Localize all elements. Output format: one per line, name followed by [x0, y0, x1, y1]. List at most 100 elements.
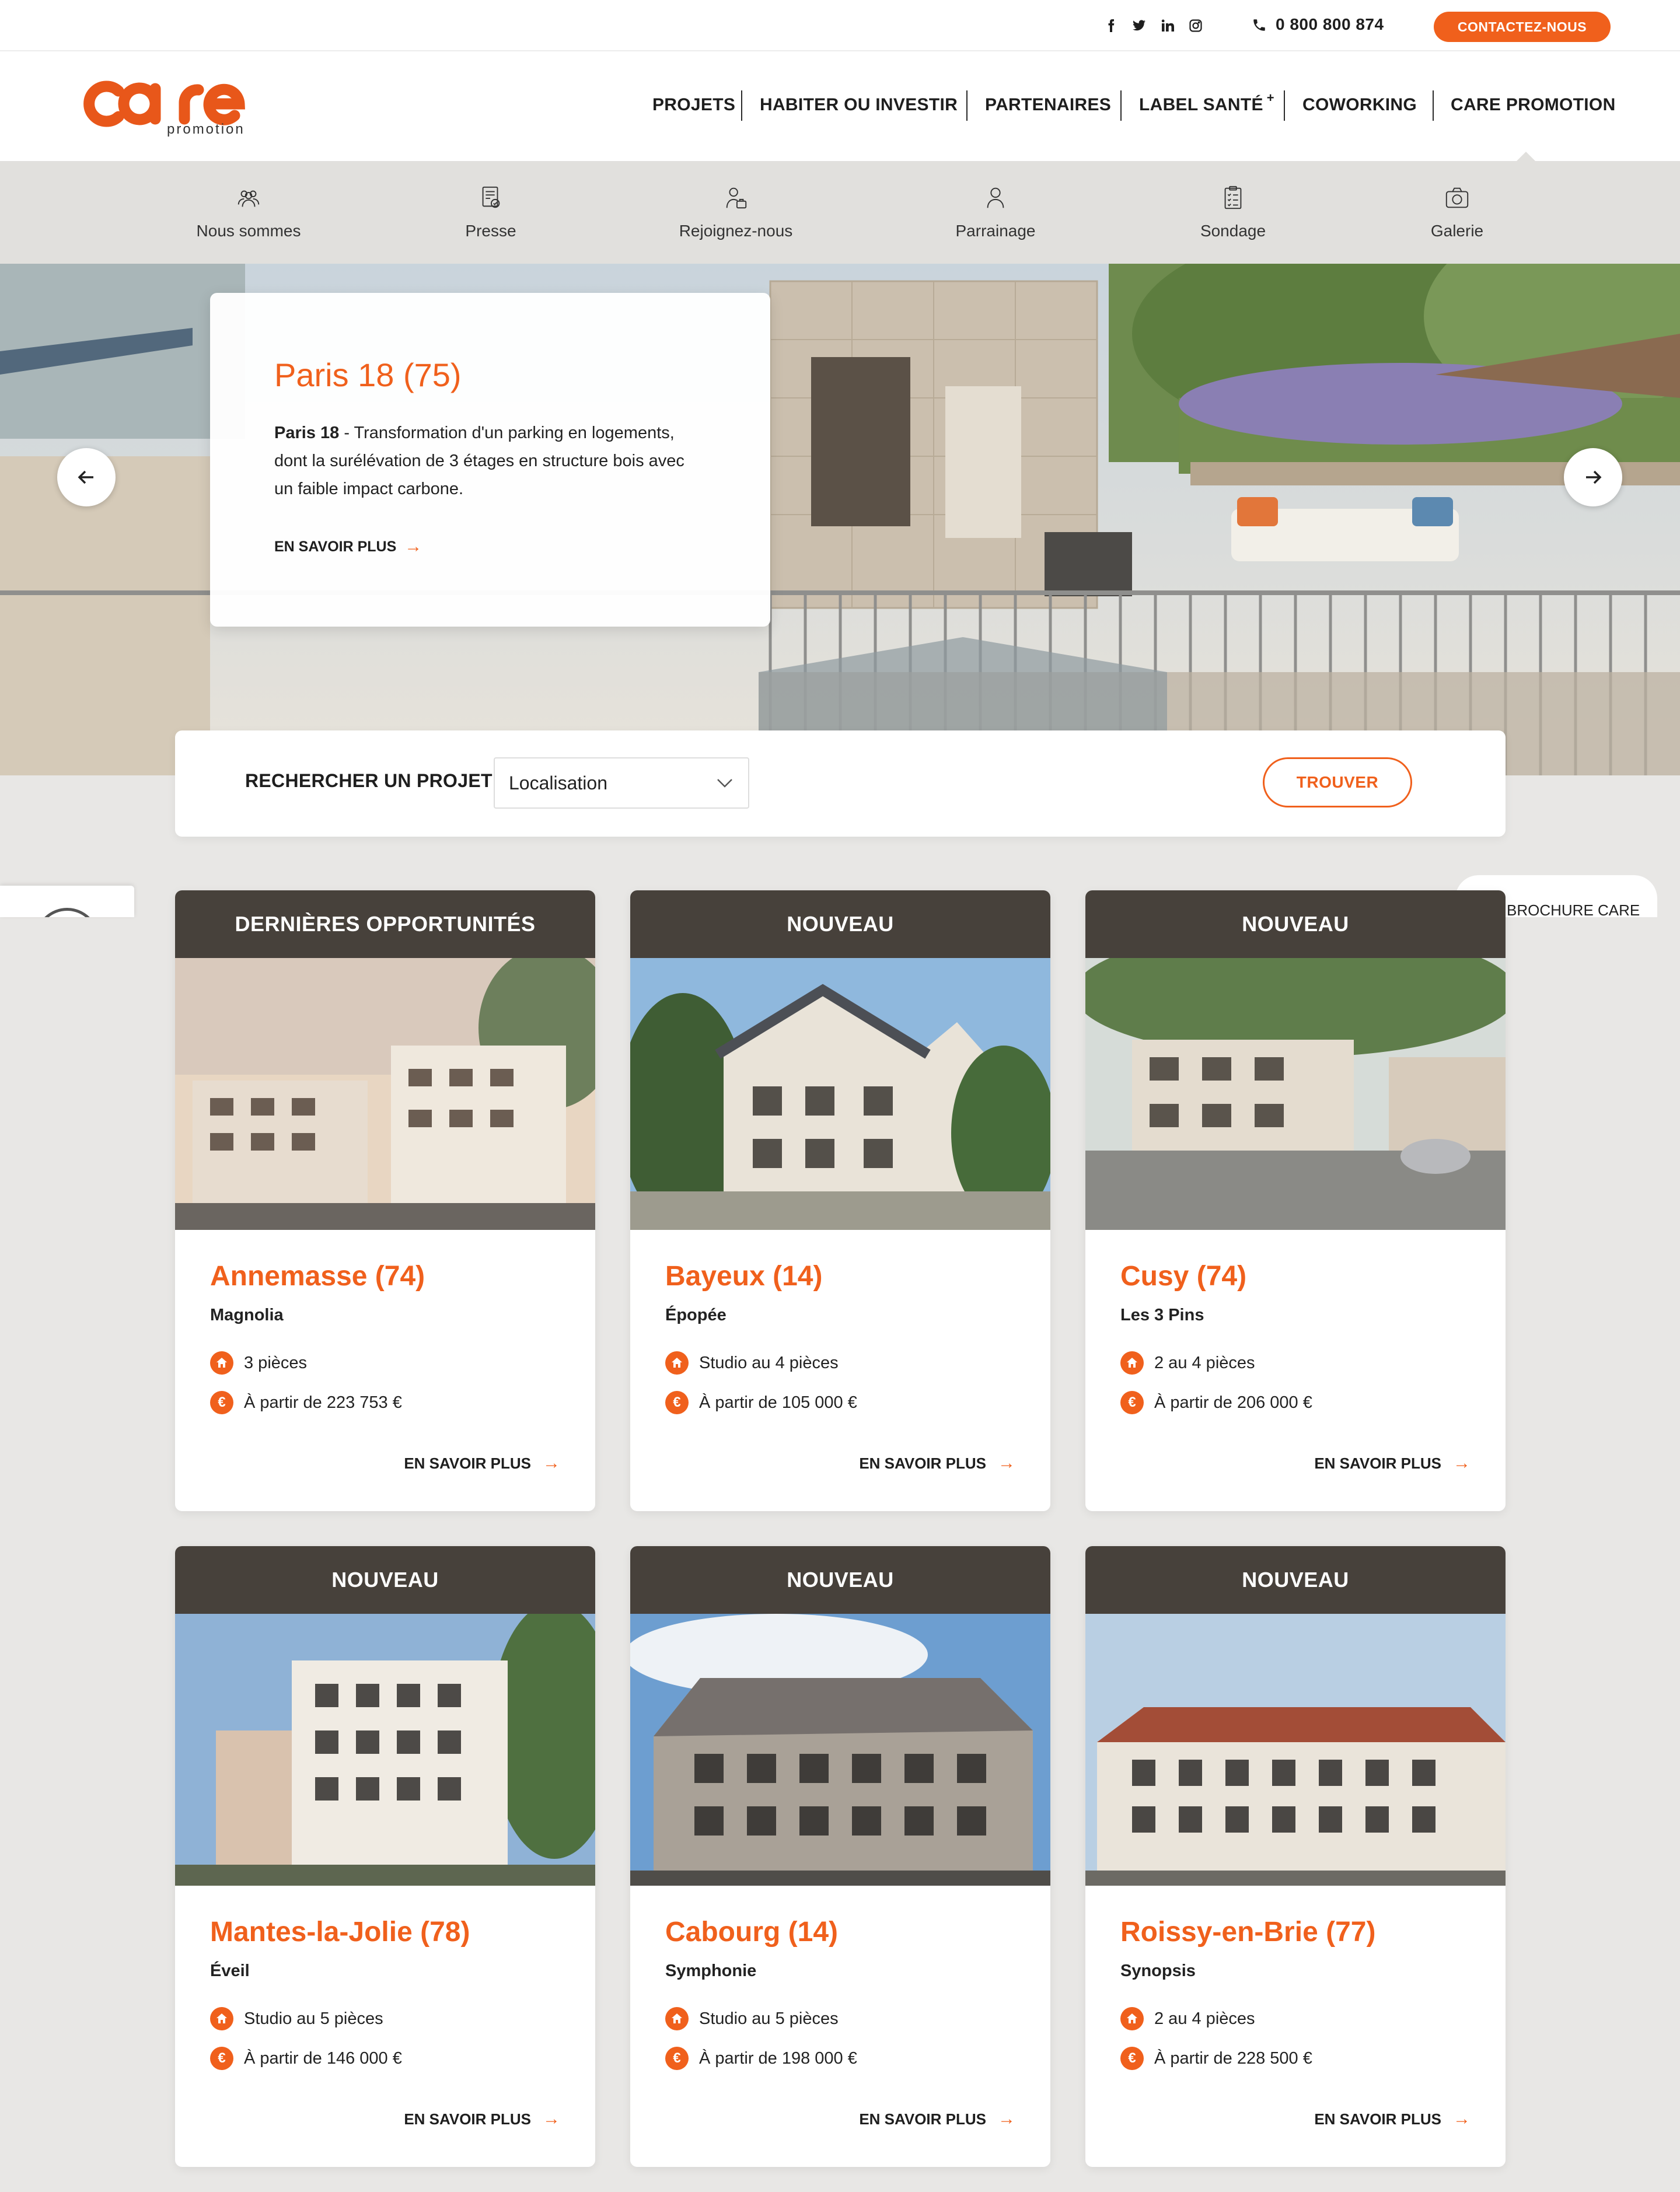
card-price: € À partir de 228 500 € — [1120, 2047, 1312, 2070]
project-card[interactable]: NOUVEAU Mantes-la-Jolie (78) Éveil Studi… — [175, 1546, 595, 2167]
subnav-presse[interactable]: Presse — [415, 184, 567, 240]
card-more-link[interactable]: EN SAVOIR PLUS → — [859, 2109, 1015, 2129]
project-image — [175, 1614, 595, 1886]
card-more-link[interactable]: EN SAVOIR PLUS → — [859, 1453, 1015, 1473]
card-badge: NOUVEAU — [1085, 1546, 1506, 1614]
phone-icon — [1252, 18, 1267, 33]
card-more-link[interactable]: EN SAVOIR PLUS → — [1314, 2109, 1471, 2129]
arrow-right-icon: → — [543, 1453, 560, 1473]
chevron-down-icon — [717, 779, 732, 788]
instagram-icon[interactable] — [1187, 18, 1204, 34]
arrow-right-icon: → — [998, 2109, 1015, 2128]
hero-desc-bold: Paris 18 — [274, 424, 340, 442]
find-button[interactable]: TROUVER — [1263, 757, 1412, 807]
card-city: Annemasse (74) — [210, 1261, 425, 1292]
card-rooms: 2 au 4 pièces — [1120, 1351, 1255, 1375]
widget-ring-icon — [35, 908, 99, 917]
card-rooms-text: 3 pièces — [244, 1353, 308, 1372]
card-rooms-text: 2 au 4 pièces — [1154, 1353, 1255, 1372]
project-image — [175, 958, 595, 1230]
euro-icon: € — [210, 1391, 233, 1414]
project-card[interactable]: NOUVEAU Bayeux (14) Épopée Studio au 4 p… — [630, 890, 1050, 1511]
card-more-link[interactable]: EN SAVOIR PLUS → — [404, 1453, 560, 1473]
card-rooms-text: 2 au 4 pièces — [1154, 2009, 1255, 2028]
subnav-label: Rejoignez-nous — [679, 222, 793, 240]
camera-icon — [1445, 187, 1469, 208]
location-select[interactable]: Localisation — [494, 757, 749, 809]
euro-icon: € — [210, 2047, 233, 2070]
card-more-label: EN SAVOIR PLUS — [1314, 2110, 1441, 2128]
euro-icon: € — [665, 2047, 689, 2070]
arrow-right-icon — [1586, 470, 1602, 484]
subnav-sondage[interactable]: Sondage — [1157, 184, 1309, 240]
card-price: € À partir de 105 000 € — [665, 1391, 857, 1414]
card-more-label: EN SAVOIR PLUS — [859, 2110, 986, 2128]
arrow-right-icon: → — [543, 2109, 560, 2128]
linkedin-icon[interactable] — [1159, 18, 1176, 34]
card-more-label: EN SAVOIR PLUS — [404, 2110, 531, 2128]
nav-label-sante-text: LABEL SANTÉ — [1139, 95, 1263, 114]
nav-label-sante-sup: + — [1266, 90, 1274, 105]
hero-more-label: EN SAVOIR PLUS — [274, 538, 397, 555]
project-image — [1085, 1614, 1506, 1886]
card-more-link[interactable]: EN SAVOIR PLUS → — [404, 2109, 560, 2129]
hero-more-link[interactable]: EN SAVOIR PLUS → — [274, 537, 422, 557]
euro-icon: € — [1120, 1391, 1144, 1414]
card-rooms-text: Studio au 5 pièces — [244, 2009, 383, 2028]
nav-partenaires[interactable]: PARTENAIRES — [985, 93, 1111, 117]
hero-prev-button[interactable] — [57, 448, 116, 506]
nav-label-sante[interactable]: LABEL SANTÉ + — [1139, 90, 1274, 117]
card-price-text: À partir de 105 000 € — [699, 1393, 857, 1412]
nav-care-promotion[interactable]: CARE PROMOTION — [1451, 93, 1616, 117]
card-badge: NOUVEAU — [630, 890, 1050, 958]
nav-coworking[interactable]: COWORKING — [1302, 93, 1417, 117]
arrow-left-icon — [78, 470, 93, 484]
card-badge: NOUVEAU — [630, 1546, 1050, 1614]
card-program: Synopsis — [1120, 1962, 1196, 1980]
search-label: RECHERCHER UN PROJET — [245, 770, 493, 791]
nav-separator — [741, 90, 742, 121]
card-rooms: Studio au 5 pièces — [665, 2007, 839, 2030]
arrow-right-icon: → — [1453, 2109, 1471, 2128]
card-rooms-text: Studio au 4 pièces — [699, 1353, 839, 1372]
subnav-nous-sommes[interactable]: Nous sommes — [173, 184, 324, 240]
project-card[interactable]: NOUVEAU Roissy-en-Brie (77) Synopsis 2 a… — [1085, 1546, 1506, 2167]
nav-habiter-ou-investir[interactable]: HABITER OU INVESTIR — [760, 93, 958, 117]
card-more-label: EN SAVOIR PLUS — [404, 1454, 531, 1472]
project-card[interactable]: NOUVEAU Cusy (74) Les 3 Pins 2 au 4 pièc… — [1085, 890, 1506, 1511]
subnav-parrainage[interactable]: Parrainage — [920, 184, 1071, 240]
subnav-rejoignez-nous[interactable]: Rejoignez-nous — [660, 184, 812, 240]
card-price-text: À partir de 223 753 € — [244, 1393, 402, 1412]
nav-separator — [1284, 90, 1285, 121]
card-city: Roissy-en-Brie (77) — [1120, 1917, 1376, 1948]
subnav-label: Galerie — [1430, 222, 1484, 240]
home-icon — [665, 1351, 689, 1375]
project-card[interactable]: NOUVEAU Cabourg (14) Symphonie Studio au… — [630, 1546, 1050, 2167]
twitter-icon[interactable] — [1131, 18, 1147, 34]
card-more-label: EN SAVOIR PLUS — [859, 1454, 986, 1472]
card-more-link[interactable]: EN SAVOIR PLUS → — [1314, 1453, 1471, 1473]
card-price: € À partir de 146 000 € — [210, 2047, 402, 2070]
top-bar — [0, 0, 1680, 51]
project-image — [1085, 958, 1506, 1230]
left-widget-tab[interactable] — [0, 886, 134, 917]
recruit-icon — [726, 187, 747, 209]
euro-icon: € — [1120, 2047, 1144, 2070]
nav-projets[interactable]: PROJETS — [652, 93, 735, 117]
arrow-right-icon: → — [998, 1453, 1015, 1473]
card-rooms: Studio au 5 pièces — [210, 2007, 383, 2030]
subnav-label: Parrainage — [955, 222, 1036, 240]
contact-button[interactable]: CONTACTEZ-NOUS — [1434, 12, 1611, 42]
card-rooms: Studio au 4 pièces — [665, 1351, 839, 1375]
phone-number[interactable]: 0 800 800 874 — [1276, 15, 1384, 34]
project-card[interactable]: DERNIÈRES OPPORTUNITÉS Annemasse (74) Ma… — [175, 890, 595, 1511]
card-price-text: À partir de 228 500 € — [1154, 2048, 1312, 2068]
project-image — [630, 1614, 1050, 1886]
user-icon — [987, 187, 1004, 208]
card-rooms: 2 au 4 pièces — [1120, 2007, 1255, 2030]
home-icon — [1120, 2007, 1144, 2030]
arrow-right-icon: → — [404, 537, 422, 556]
hero-next-button[interactable] — [1564, 448, 1622, 506]
subnav-galerie[interactable]: Galerie — [1381, 184, 1533, 240]
facebook-icon[interactable] — [1103, 18, 1119, 34]
